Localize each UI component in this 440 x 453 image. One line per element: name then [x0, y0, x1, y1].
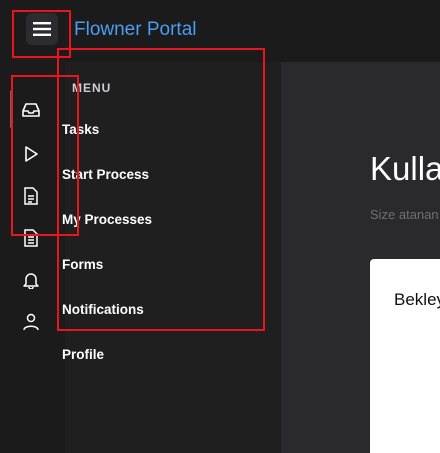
app-title: Flowner Portal — [74, 19, 197, 40]
nav-item-notifications[interactable]: Notifications — [62, 302, 144, 317]
nav-item-profile[interactable]: Profile — [62, 347, 104, 362]
inbox-icon[interactable] — [21, 100, 41, 120]
document-list-icon[interactable] — [21, 228, 41, 248]
user-icon[interactable] — [21, 312, 41, 332]
nav-item-tasks[interactable]: Tasks — [62, 122, 99, 137]
page-subtitle: Size atanan görevler — [370, 207, 440, 222]
menu-toggle-button[interactable] — [26, 13, 58, 45]
hamburger-icon — [33, 22, 51, 36]
document-icon[interactable] — [21, 186, 41, 206]
card-title: Bekleyen Görevler — [394, 290, 440, 309]
page-title: Kullanıcı Görevleri — [370, 150, 440, 187]
bell-icon[interactable] — [21, 270, 41, 290]
menu-panel-title: MENU — [72, 81, 112, 95]
rail-active-indicator — [10, 90, 13, 128]
nav-item-start-process[interactable]: Start Process — [62, 167, 149, 182]
nav-item-my-processes[interactable]: My Processes — [62, 212, 152, 227]
icon-rail — [0, 62, 66, 453]
top-bar: Flowner Portal — [0, 0, 440, 62]
play-icon[interactable] — [21, 144, 41, 164]
tasks-card: Bekleyen Görevler — [370, 259, 440, 453]
nav-item-forms[interactable]: Forms — [62, 257, 103, 272]
